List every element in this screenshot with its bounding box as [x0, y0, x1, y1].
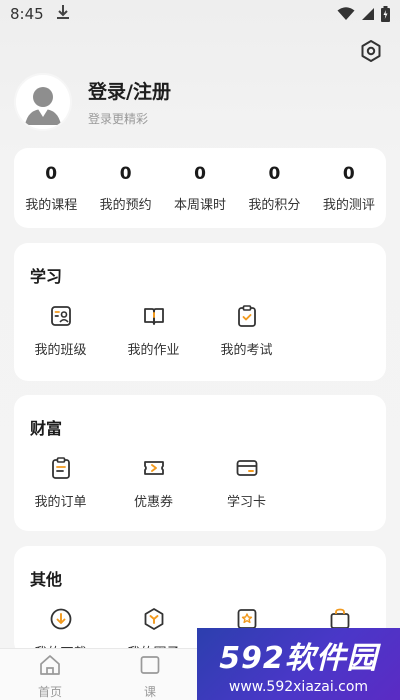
tile-label: 学习卡 — [226, 495, 266, 510]
circle-icon — [141, 606, 167, 632]
nav-label: 课 — [143, 685, 156, 699]
stat-label: 我的课程 — [25, 197, 78, 213]
stat-label: 我的测评 — [322, 197, 375, 213]
stat-label: 我的预约 — [99, 197, 152, 213]
tile-my-orders[interactable]: 我的订单 — [14, 455, 107, 510]
exam-clipboard-icon — [234, 303, 260, 329]
tile-study-card[interactable]: 学习卡 — [200, 455, 293, 510]
status-bar: 8:45 — [0, 0, 400, 28]
stats-card: 0 我的课程 0 我的预约 0 本周课时 0 我的积分 0 我的测评 — [14, 148, 386, 228]
section-title-wealth: 财富 — [30, 419, 63, 438]
section-title-other: 其他 — [30, 570, 63, 589]
stat-my-courses[interactable]: 0 我的课程 — [14, 148, 88, 228]
nav-label: 首页 — [37, 685, 62, 699]
avatar[interactable] — [14, 73, 72, 131]
stat-label: 我的积分 — [248, 197, 301, 213]
stat-value: 0 — [268, 163, 281, 184]
profile-header[interactable]: 登录/注册 登录更精彩 — [14, 72, 386, 132]
stat-label: 本周课时 — [174, 197, 227, 213]
homework-book-icon — [141, 303, 167, 329]
home-icon — [38, 653, 62, 681]
stat-value: 0 — [119, 163, 132, 184]
tile-my-exam[interactable]: 我的考试 — [200, 303, 293, 358]
wealth-section: 财富 我的订单 优惠券 学习卡 — [14, 395, 386, 531]
download-status-icon — [56, 4, 70, 24]
study-section: 学习 我的班级 我的作业 我的考试 — [14, 243, 386, 381]
watermark-brand: 592软件园 — [219, 641, 378, 676]
tile-label: 我的考试 — [220, 343, 273, 358]
battery-icon — [381, 6, 390, 22]
tile-label: 我的作业 — [127, 343, 180, 358]
stat-value: 0 — [194, 163, 206, 184]
status-time: 8:45 — [10, 5, 44, 23]
tile-coupons[interactable]: 优惠券 — [107, 455, 200, 510]
section-title-study: 学习 — [30, 267, 63, 286]
tile-label: 优惠券 — [133, 495, 173, 510]
nav-course[interactable]: 课 — [100, 649, 200, 700]
stat-my-assessments[interactable]: 0 我的测评 — [312, 148, 386, 228]
class-icon — [48, 303, 74, 329]
order-icon — [48, 455, 74, 481]
stat-value: 0 — [45, 163, 58, 184]
login-register-link[interactable]: 登录/注册 — [88, 77, 171, 104]
tile-label: 我的班级 — [34, 343, 87, 358]
signal-icon — [362, 8, 374, 20]
tile-my-class[interactable]: 我的班级 — [14, 303, 107, 358]
nav-home[interactable]: 首页 — [0, 649, 100, 700]
stat-weekly-hours[interactable]: 0 本周课时 — [163, 148, 237, 228]
watermark-url: www.592xiazai.com — [228, 679, 369, 695]
tile-my-homework[interactable]: 我的作业 — [107, 303, 200, 358]
status-icons — [337, 6, 390, 22]
stat-my-points[interactable]: 0 我的积分 — [237, 148, 311, 228]
wifi-icon — [337, 7, 355, 20]
tile-label: 我的订单 — [34, 495, 87, 510]
course-icon — [138, 653, 162, 681]
settings-gear-icon[interactable] — [358, 38, 384, 64]
stat-my-bookings[interactable]: 0 我的预约 — [88, 148, 162, 228]
coupon-icon — [141, 455, 167, 481]
stat-value: 0 — [342, 163, 355, 184]
login-subtitle: 登录更精彩 — [88, 112, 149, 126]
card-icon — [234, 455, 260, 481]
site-watermark: 592软件园 www.592xiazai.com — [197, 628, 400, 700]
download-icon — [48, 606, 74, 632]
